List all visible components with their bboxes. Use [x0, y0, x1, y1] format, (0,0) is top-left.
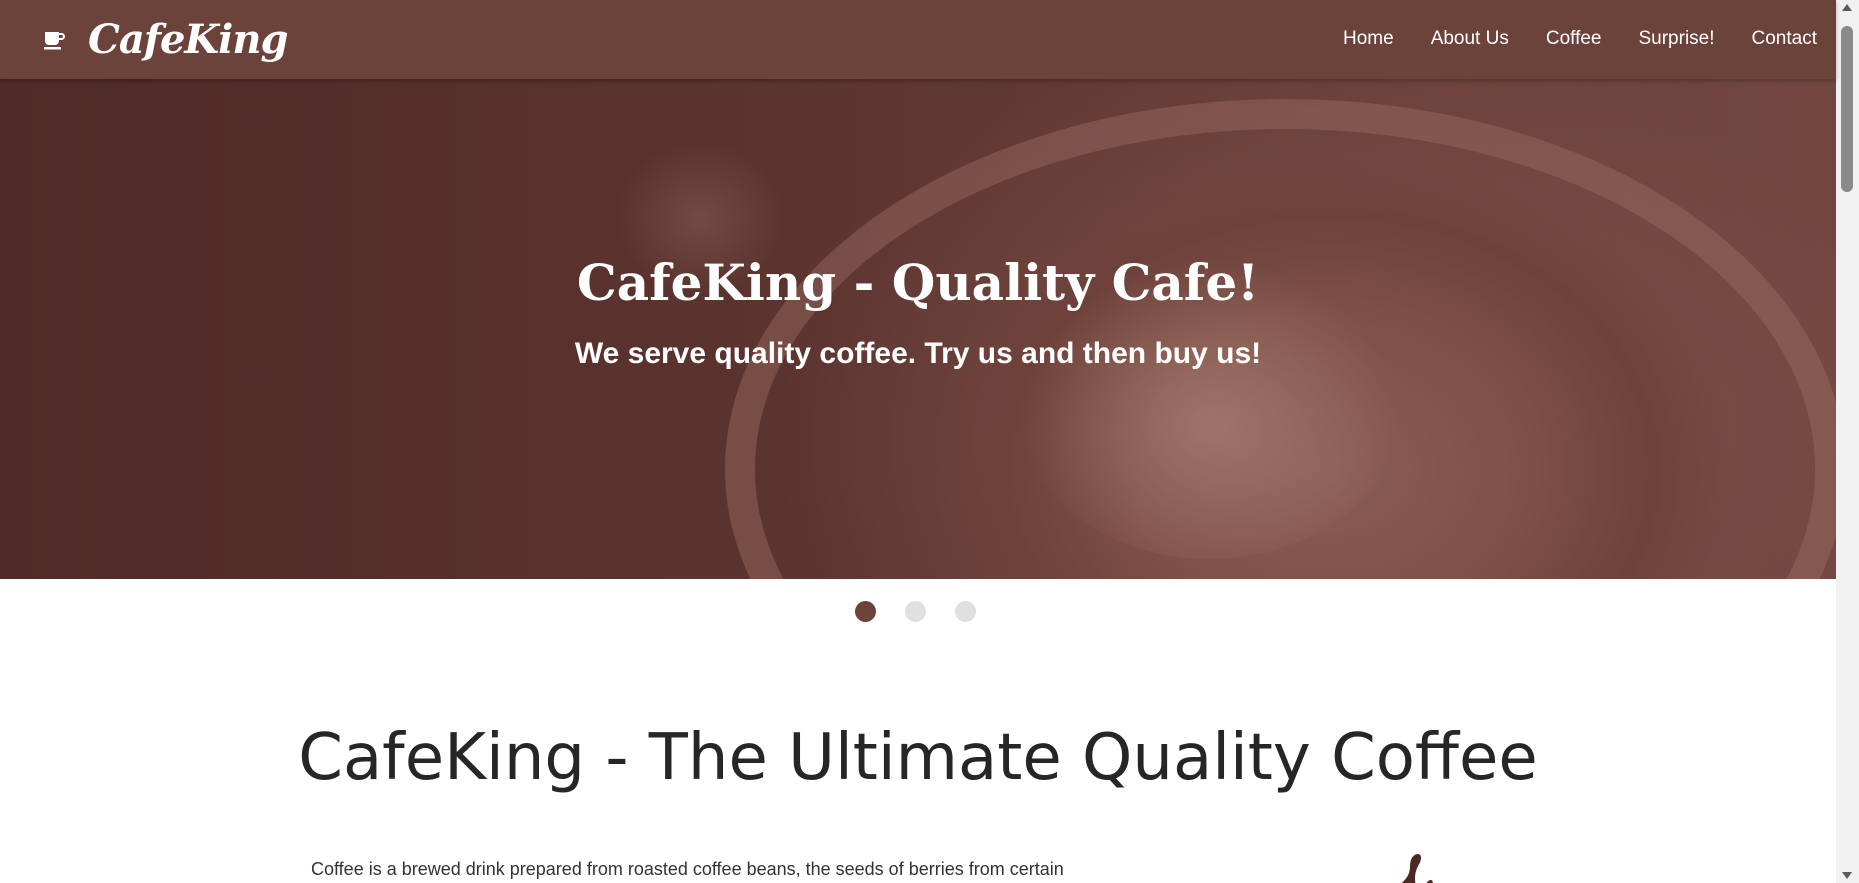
hero-title: CafeKing - Quality Cafe! — [576, 253, 1260, 312]
nav-surprise[interactable]: Surprise! — [1638, 26, 1714, 52]
scrollbar-thumb[interactable] — [1841, 26, 1853, 192]
scroll-up-arrow-icon[interactable] — [1842, 4, 1852, 11]
section-title: CafeKing - The Ultimate Quality Coffee — [298, 721, 1538, 795]
hero-overlay — [0, 79, 1836, 579]
nav-coffee[interactable]: Coffee — [1546, 26, 1602, 52]
hero-subtitle: We serve quality coffee. Try us and then… — [574, 337, 1262, 370]
page: CafeKing Home About Us Coffee Surprise! … — [0, 0, 1859, 883]
section-intro-text: Coffee is a brewed drink prepared from r… — [311, 859, 1064, 879]
brand-link[interactable]: CafeKing — [42, 14, 288, 66]
brand-name: CafeKing — [88, 16, 288, 63]
nav-about-us[interactable]: About Us — [1431, 26, 1509, 52]
nav-home[interactable]: Home — [1343, 26, 1394, 52]
carousel-dot-2[interactable] — [905, 601, 926, 622]
carousel-dot-3[interactable] — [955, 601, 976, 622]
hero-carousel: CafeKing - Quality Cafe! We serve qualit… — [0, 79, 1836, 579]
main-nav: Home About Us Coffee Surprise! Contact — [1306, 26, 1817, 52]
navbar: CafeKing Home About Us Coffee Surprise! … — [0, 0, 1836, 79]
coffee-cup-icon — [44, 32, 65, 50]
nav-contact[interactable]: Contact — [1752, 26, 1817, 52]
scroll-down-arrow-icon[interactable] — [1842, 872, 1852, 879]
page-scrollbar[interactable] — [1836, 0, 1859, 883]
carousel-indicators — [855, 601, 976, 622]
carousel-dot-1[interactable] — [855, 601, 876, 622]
coffee-steam-icon — [1401, 854, 1433, 883]
